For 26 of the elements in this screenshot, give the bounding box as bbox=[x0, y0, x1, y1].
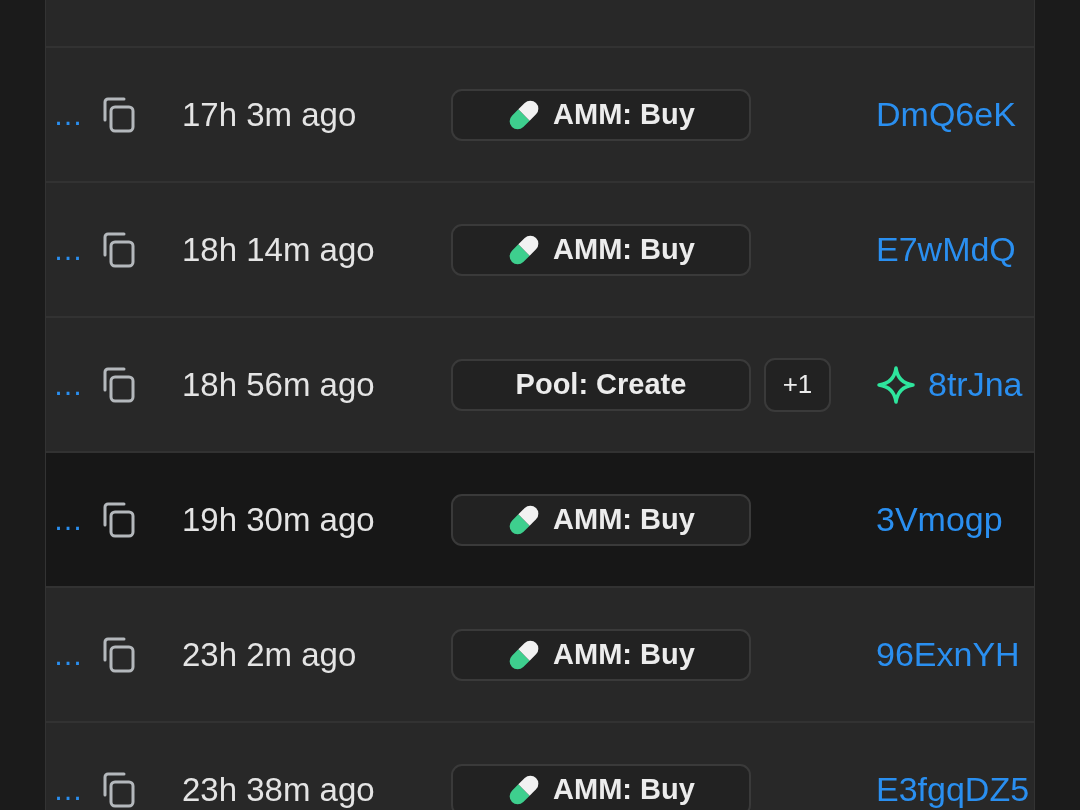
time-cell-text: 23h 2m ago bbox=[182, 635, 358, 674]
action-label: AMM: Buy bbox=[553, 233, 695, 266]
action-label: Pool: Create bbox=[515, 368, 687, 401]
signature-link[interactable]: … bbox=[46, 502, 83, 537]
action-label: AMM: Buy bbox=[553, 98, 695, 131]
time-cell-text: 19h 30m ago bbox=[182, 500, 376, 539]
account-link[interactable]: 8trJna bbox=[928, 365, 1023, 404]
time-cell-text: 18h 56m ago bbox=[182, 365, 376, 404]
action-label: AMM: Buy bbox=[553, 773, 695, 806]
account-link[interactable]: DmQ6eK bbox=[876, 95, 1016, 134]
signature-link[interactable]: … bbox=[46, 637, 83, 672]
account-link[interactable]: E3fgqDZ5 bbox=[876, 770, 1030, 809]
account-link[interactable]: 3Vmogp bbox=[876, 500, 1003, 539]
more-badge: +1 bbox=[764, 357, 831, 412]
table-row[interactable]: … 19h 30m ago AMM: Buy 3Vmogp bbox=[46, 453, 1034, 588]
signature-link[interactable]: … bbox=[46, 367, 83, 402]
time-cell-text: 18h 14m ago bbox=[182, 230, 376, 269]
signature-link[interactable]: … bbox=[46, 97, 83, 132]
account-link[interactable]: 96ExnYH bbox=[876, 635, 1020, 674]
signature-link[interactable]: … bbox=[46, 772, 83, 807]
action-label: AMM: Buy bbox=[553, 638, 695, 671]
account-link[interactable]: E7wMdQ bbox=[876, 230, 1016, 269]
action-label: AMM: Buy bbox=[553, 503, 695, 536]
signature-link[interactable]: … bbox=[46, 232, 83, 267]
time-cell-text: 23h 38m ago bbox=[182, 770, 376, 809]
time-cell-text: 17h 3m ago bbox=[182, 95, 358, 134]
